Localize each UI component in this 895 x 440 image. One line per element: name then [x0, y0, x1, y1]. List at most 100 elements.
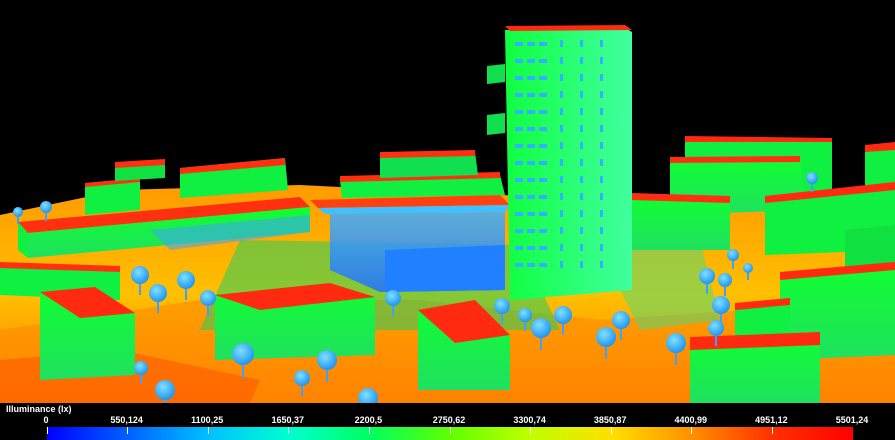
tower-window [527, 263, 535, 267]
tower-window [539, 212, 547, 216]
tower-window [560, 125, 563, 132]
tower-window [539, 263, 547, 267]
tower-window [560, 261, 563, 268]
tower-window [560, 142, 563, 149]
tower-window [539, 76, 547, 80]
legend-tick-label: 5501,24 [835, 415, 869, 425]
tower-window [560, 193, 563, 200]
legend-tick-mark [288, 427, 290, 434]
tower-window [580, 125, 583, 132]
tower-window [515, 212, 523, 216]
tower-window [580, 57, 583, 64]
tower-window [560, 40, 563, 47]
tower-window [539, 246, 547, 250]
tower-window [539, 93, 547, 97]
legend-tick-mark [207, 427, 209, 434]
tower-window [580, 159, 583, 166]
legend-tick-label: 1650,37 [271, 415, 305, 425]
tower-window [560, 244, 563, 251]
tower-window [580, 244, 583, 251]
tower-window [527, 212, 535, 216]
tower-window [580, 193, 583, 200]
legend-tick-label: 2200,5 [354, 415, 383, 425]
tower-window [600, 210, 603, 217]
tower-window [515, 144, 523, 148]
tower-window [580, 261, 583, 268]
tower-window [560, 91, 563, 98]
legend-tick-mark [772, 427, 773, 434]
tower-window [527, 59, 535, 63]
tower-window [539, 229, 547, 233]
tower-window [580, 91, 583, 98]
tower-window [515, 110, 523, 114]
tower-window [527, 178, 535, 182]
legend-tick-mark [449, 427, 451, 434]
tower-window [527, 76, 535, 80]
legend-tick-label: 3850,87 [593, 415, 627, 425]
tower-window [600, 227, 603, 234]
tower-window [527, 42, 535, 46]
tower-window [600, 159, 603, 166]
tower-window [515, 127, 523, 131]
legend-tick-label: 4951,12 [755, 415, 788, 425]
tower-window [539, 144, 547, 148]
legend-tick-mark [369, 427, 370, 434]
tower-window [539, 42, 547, 46]
tower-window [515, 42, 523, 46]
tower-window [515, 263, 523, 267]
legend-tick-label: 1100,25 [191, 415, 224, 425]
tower-window [515, 195, 523, 199]
tower-window [527, 110, 535, 114]
tower-window [560, 227, 563, 234]
tower-window [539, 161, 547, 165]
tower-window [600, 108, 603, 115]
tower-window [560, 108, 563, 115]
building-pavilion [310, 150, 510, 292]
tower-window [580, 74, 583, 81]
tower-window [580, 210, 583, 217]
illuminance-legend: Illuminance (lx) 0 550,124 1100,25 1650,37 2… [0, 403, 895, 440]
tower-window [600, 193, 603, 200]
3d-viewport[interactable] [0, 0, 895, 403]
tower-window [539, 178, 547, 182]
legend-tick-label: 4400,99 [674, 415, 708, 425]
tower-window [580, 176, 583, 183]
tower-window [527, 144, 535, 148]
tower-window [580, 108, 583, 115]
tower-window [527, 161, 535, 165]
tower-window [527, 127, 535, 131]
legend-tick-mark [530, 427, 532, 434]
legend-tick-mark [127, 427, 129, 434]
tower-window [539, 127, 547, 131]
tower-window [527, 246, 535, 250]
tower-window [600, 244, 603, 251]
tower-window [580, 227, 583, 234]
legend-tick-label: 3300,74 [513, 415, 546, 425]
tower-window [600, 142, 603, 149]
tower-window [560, 74, 563, 81]
tower-window [600, 261, 603, 268]
tower-window [515, 93, 523, 97]
tower-window [515, 229, 523, 233]
tower-window [539, 195, 547, 199]
tower-window [515, 76, 523, 80]
tower-window [580, 142, 583, 149]
legend-tick-label: 550,124 [110, 415, 143, 425]
tower-window [527, 93, 535, 97]
tower-window [527, 195, 535, 199]
tower-window [600, 91, 603, 98]
tower-window [560, 176, 563, 183]
tower-window [580, 40, 583, 47]
tower-window [600, 40, 603, 47]
illuminance-render [0, 25, 895, 403]
legend-tick-mark [46, 427, 48, 434]
tower-window [600, 176, 603, 183]
legend-tick-label: 0 [43, 415, 49, 425]
legend-tick-mark [610, 427, 612, 434]
tower-window [515, 59, 523, 63]
tower-window [539, 110, 547, 114]
tower-window [539, 59, 547, 63]
tower-window [600, 74, 603, 81]
tower-window [515, 161, 523, 165]
legend-title: Illuminance (lx) [6, 404, 72, 414]
